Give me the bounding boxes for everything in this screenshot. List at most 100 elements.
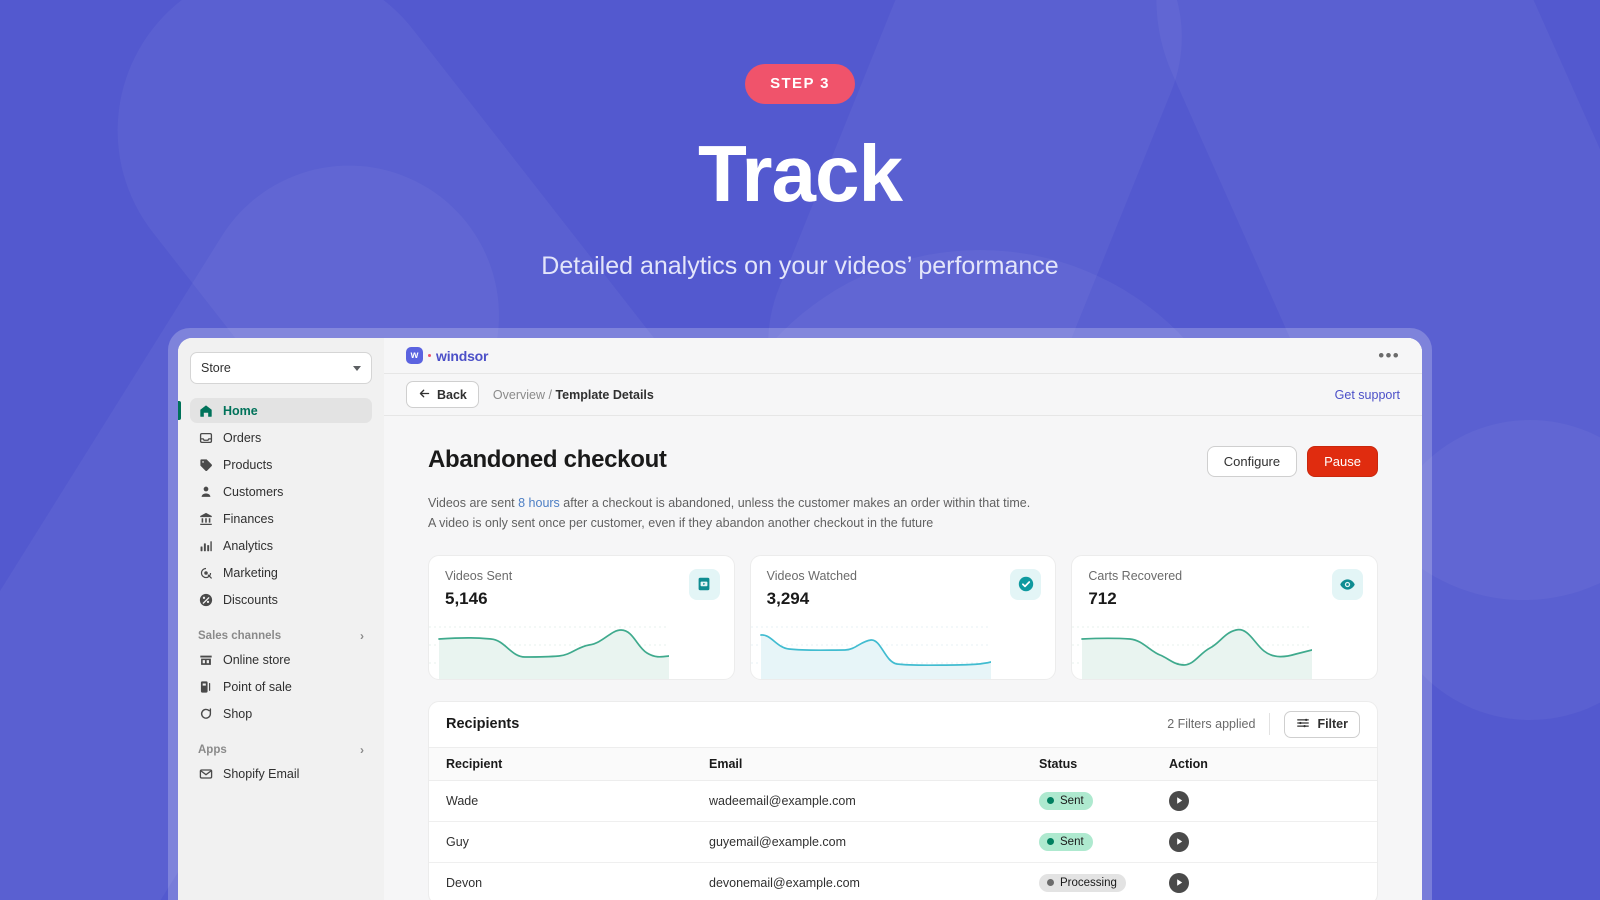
status-badge-label: Sent xyxy=(1060,835,1084,848)
sidebar-item-point-of-sale[interactable]: Point of sale xyxy=(190,674,372,699)
column-header-action: Action xyxy=(1169,747,1377,781)
sidebar-section-sales-channels[interactable]: Sales channels › xyxy=(190,630,372,642)
sparkline-carts-recovered xyxy=(1072,626,1313,679)
sidebar-item-customers[interactable]: Customers xyxy=(190,479,372,504)
filter-button[interactable]: Filter xyxy=(1284,710,1360,738)
stat-card-carts-recovered: Carts Recovered 712 xyxy=(1071,554,1379,680)
sidebar-item-discounts[interactable]: Discounts xyxy=(190,587,372,612)
sidebar-nav: Home Orders Products Customers Finances … xyxy=(178,398,372,786)
chevron-right-icon[interactable]: › xyxy=(360,744,364,756)
breadcrumb-left: Back Overview / Template Details xyxy=(406,381,654,408)
recipients-header-actions: 2 Filters applied Filter xyxy=(1167,710,1360,738)
pos-terminal-icon xyxy=(198,679,213,694)
cell-status: Sent xyxy=(1039,780,1169,822)
sidebar-item-label: Customers xyxy=(223,484,284,499)
stat-card-videos-sent: Videos Sent 5,146 xyxy=(428,554,735,680)
cell-email: devonemail@example.com xyxy=(709,862,1039,900)
bank-icon xyxy=(198,511,213,526)
description-line-1: Videos are sent 8 hours after a checkout… xyxy=(428,493,1378,513)
status-dot-icon xyxy=(1047,838,1054,845)
breadcrumb-bar: Back Overview / Template Details Get sup… xyxy=(384,374,1422,416)
sidebar-item-home[interactable]: Home xyxy=(178,398,372,423)
breadcrumb-parent[interactable]: Overview xyxy=(493,388,545,402)
sidebar-item-finances[interactable]: Finances xyxy=(190,506,372,531)
status-badge-label: Processing xyxy=(1060,876,1117,889)
table-row[interactable]: Wade wadeemail@example.com Sent xyxy=(429,780,1377,822)
eight-hours-link[interactable]: 8 hours xyxy=(518,496,560,510)
cell-action xyxy=(1169,821,1377,863)
page-root: STEP 3 Track Detailed analytics on your … xyxy=(0,0,1600,900)
page-title-row: Abandoned checkout Configure Pause xyxy=(428,446,1378,477)
ellipsis-icon[interactable]: ••• xyxy=(1378,347,1400,364)
column-header-status: Status xyxy=(1039,747,1169,781)
sidebar: Store Home Orders Products Customers Fin… xyxy=(178,338,384,900)
sidebar-item-label: Home xyxy=(223,403,258,418)
get-support-link[interactable]: Get support xyxy=(1335,388,1400,402)
windsor-logo-icon: w xyxy=(406,347,423,364)
step-badge: STEP 3 xyxy=(745,64,855,104)
chevron-right-icon[interactable]: › xyxy=(360,630,364,642)
pause-button[interactable]: Pause xyxy=(1307,446,1378,477)
cell-email: guyemail@example.com xyxy=(709,821,1039,863)
play-icon[interactable] xyxy=(1169,831,1189,852)
person-icon xyxy=(198,484,213,499)
sidebar-item-marketing[interactable]: Marketing xyxy=(190,560,372,585)
recipients-header: Recipients 2 Filters applied Filter xyxy=(429,702,1377,748)
stat-card-label: Videos Sent xyxy=(445,568,513,583)
store-selector[interactable]: Store xyxy=(190,352,372,384)
sidebar-section-label: Apps xyxy=(198,744,227,756)
tag-icon xyxy=(198,457,213,472)
sidebar-item-online-store[interactable]: Online store xyxy=(190,647,372,672)
configure-button[interactable]: Configure xyxy=(1206,446,1298,477)
sidebar-item-label: Products xyxy=(223,457,273,472)
shop-bag-icon xyxy=(198,706,213,721)
status-dot-icon xyxy=(1047,879,1054,886)
brand-logo: w windsor xyxy=(406,347,488,364)
sidebar-item-label: Online store xyxy=(223,652,291,667)
status-badge-label: Sent xyxy=(1060,794,1084,807)
play-icon[interactable] xyxy=(1169,790,1189,811)
status-dot-icon xyxy=(1047,797,1054,804)
back-button[interactable]: Back xyxy=(406,381,479,408)
cell-action xyxy=(1169,780,1377,822)
discount-percent-icon xyxy=(198,592,213,607)
sidebar-item-shop[interactable]: Shop xyxy=(190,701,372,726)
sidebar-section-apps[interactable]: Apps › xyxy=(190,744,372,756)
sidebar-item-label: Shop xyxy=(223,706,253,721)
stat-card-videos-watched: Videos Watched 3,294 xyxy=(749,554,1057,680)
app-window: Store Home Orders Products Customers Fin… xyxy=(178,338,1422,900)
status-badge: Processing xyxy=(1039,873,1126,892)
orders-inbox-icon xyxy=(198,430,213,445)
sliders-icon xyxy=(1296,716,1310,733)
recipients-title: Recipients xyxy=(446,716,520,732)
sidebar-item-analytics[interactable]: Analytics xyxy=(190,533,372,558)
stat-card-head: Videos Sent 5,146 xyxy=(429,556,734,609)
sidebar-item-label: Shopify Email xyxy=(223,766,300,781)
home-icon xyxy=(198,403,213,418)
filters-applied-label: 2 Filters applied xyxy=(1167,717,1256,731)
sidebar-item-products[interactable]: Products xyxy=(190,452,372,477)
recipients-table-body: Wade wadeemail@example.com Sent Guy guye… xyxy=(429,780,1377,900)
column-header-email: Email xyxy=(709,747,1039,781)
column-header-recipient: Recipient xyxy=(429,747,709,781)
recipients-panel: Recipients 2 Filters applied Filter Reci… xyxy=(428,700,1378,900)
table-row[interactable]: Guy guyemail@example.com Sent xyxy=(429,821,1377,863)
sparkline-videos-watched xyxy=(750,626,991,679)
hero-title: Track xyxy=(697,129,903,218)
cell-action xyxy=(1169,862,1377,900)
sidebar-item-shopify-email[interactable]: Shopify Email xyxy=(190,761,372,786)
play-icon[interactable] xyxy=(1169,872,1189,893)
stat-card-value: 712 xyxy=(1088,588,1117,608)
app-topbar: w windsor ••• xyxy=(384,338,1422,374)
video-message-icon xyxy=(688,568,720,600)
table-row[interactable]: Devon devonemail@example.com Processing xyxy=(429,862,1377,900)
breadcrumb: Overview / Template Details xyxy=(493,388,654,402)
app-window-frame: Store Home Orders Products Customers Fin… xyxy=(168,328,1432,900)
hero-subtitle: Detailed analytics on your videos’ perfo… xyxy=(541,252,1059,280)
storefront-icon xyxy=(198,652,213,667)
sidebar-section-label: Sales channels xyxy=(198,630,282,642)
hero-section: STEP 3 Track Detailed analytics on your … xyxy=(0,0,1600,281)
description-text-pre: Videos are sent xyxy=(428,496,519,510)
description-line-2: A video is only sent once per customer, … xyxy=(428,516,934,531)
sidebar-item-orders[interactable]: Orders xyxy=(190,425,372,450)
